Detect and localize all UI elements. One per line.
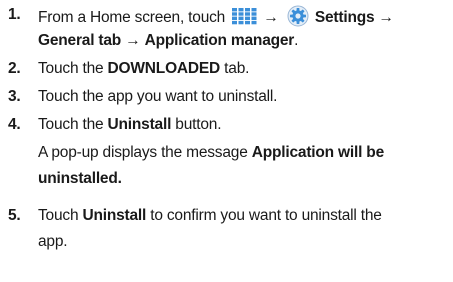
uninstall-label: Uninstall [82, 207, 147, 224]
settings-label: Settings [314, 9, 375, 26]
arrow: → [263, 9, 279, 26]
step-number: 2. [8, 60, 21, 77]
downloaded-label: DOWNLOADED [107, 60, 221, 77]
step-2-line: Touch the DOWNLOADED tab. [38, 59, 249, 79]
uninstall-label: Uninstall [107, 116, 172, 133]
step-5-continued: app. [38, 233, 68, 250]
arrow: → [125, 32, 141, 49]
step-5-line-2: app. [38, 232, 68, 252]
step-number: 4. [8, 116, 21, 133]
step-4-note-line-2: uninstalled. [38, 169, 122, 189]
step-5-text: Touch [38, 207, 79, 224]
uninstall-instructions: 1. From a Home screen, touch → Settings [0, 0, 453, 282]
step-5-suffix: to confirm you want to uninstall the [150, 207, 382, 224]
note-text: A pop-up displays the message [38, 144, 248, 161]
step-4-note-line-1: A pop-up displays the message Applicatio… [38, 143, 384, 163]
step-2-suffix: tab. [224, 60, 250, 77]
step-1-text: From a Home screen, touch [38, 9, 226, 26]
arrow: → [378, 9, 395, 26]
general-tab-label: General tab [38, 32, 122, 49]
step-2-text: Touch the [38, 60, 104, 77]
period: . [294, 32, 299, 49]
step-3-text: Touch the app you want to uninstall. [38, 88, 278, 105]
step-1-line-2: General tab → Application manager. [38, 31, 298, 51]
step-4-line: Touch the Uninstall button. [38, 115, 222, 135]
step-4-text: Touch the [38, 116, 104, 133]
step-4-suffix: button. [175, 116, 222, 133]
popup-message-continued: uninstalled. [38, 170, 122, 187]
step-number: 3. [8, 88, 21, 105]
apps-grid-icon [232, 8, 257, 25]
step-1-line-1: From a Home screen, touch → Settings → [38, 5, 394, 28]
step-number: 5. [8, 207, 21, 224]
popup-message: Application will be [251, 144, 384, 161]
step-5-line-1: Touch Uninstall to confirm you want to u… [38, 206, 382, 226]
step-number: 1. [8, 6, 21, 23]
application-manager-label: Application manager [144, 32, 295, 49]
settings-gear-icon [287, 5, 309, 27]
step-3-line: Touch the app you want to uninstall. [38, 87, 277, 107]
